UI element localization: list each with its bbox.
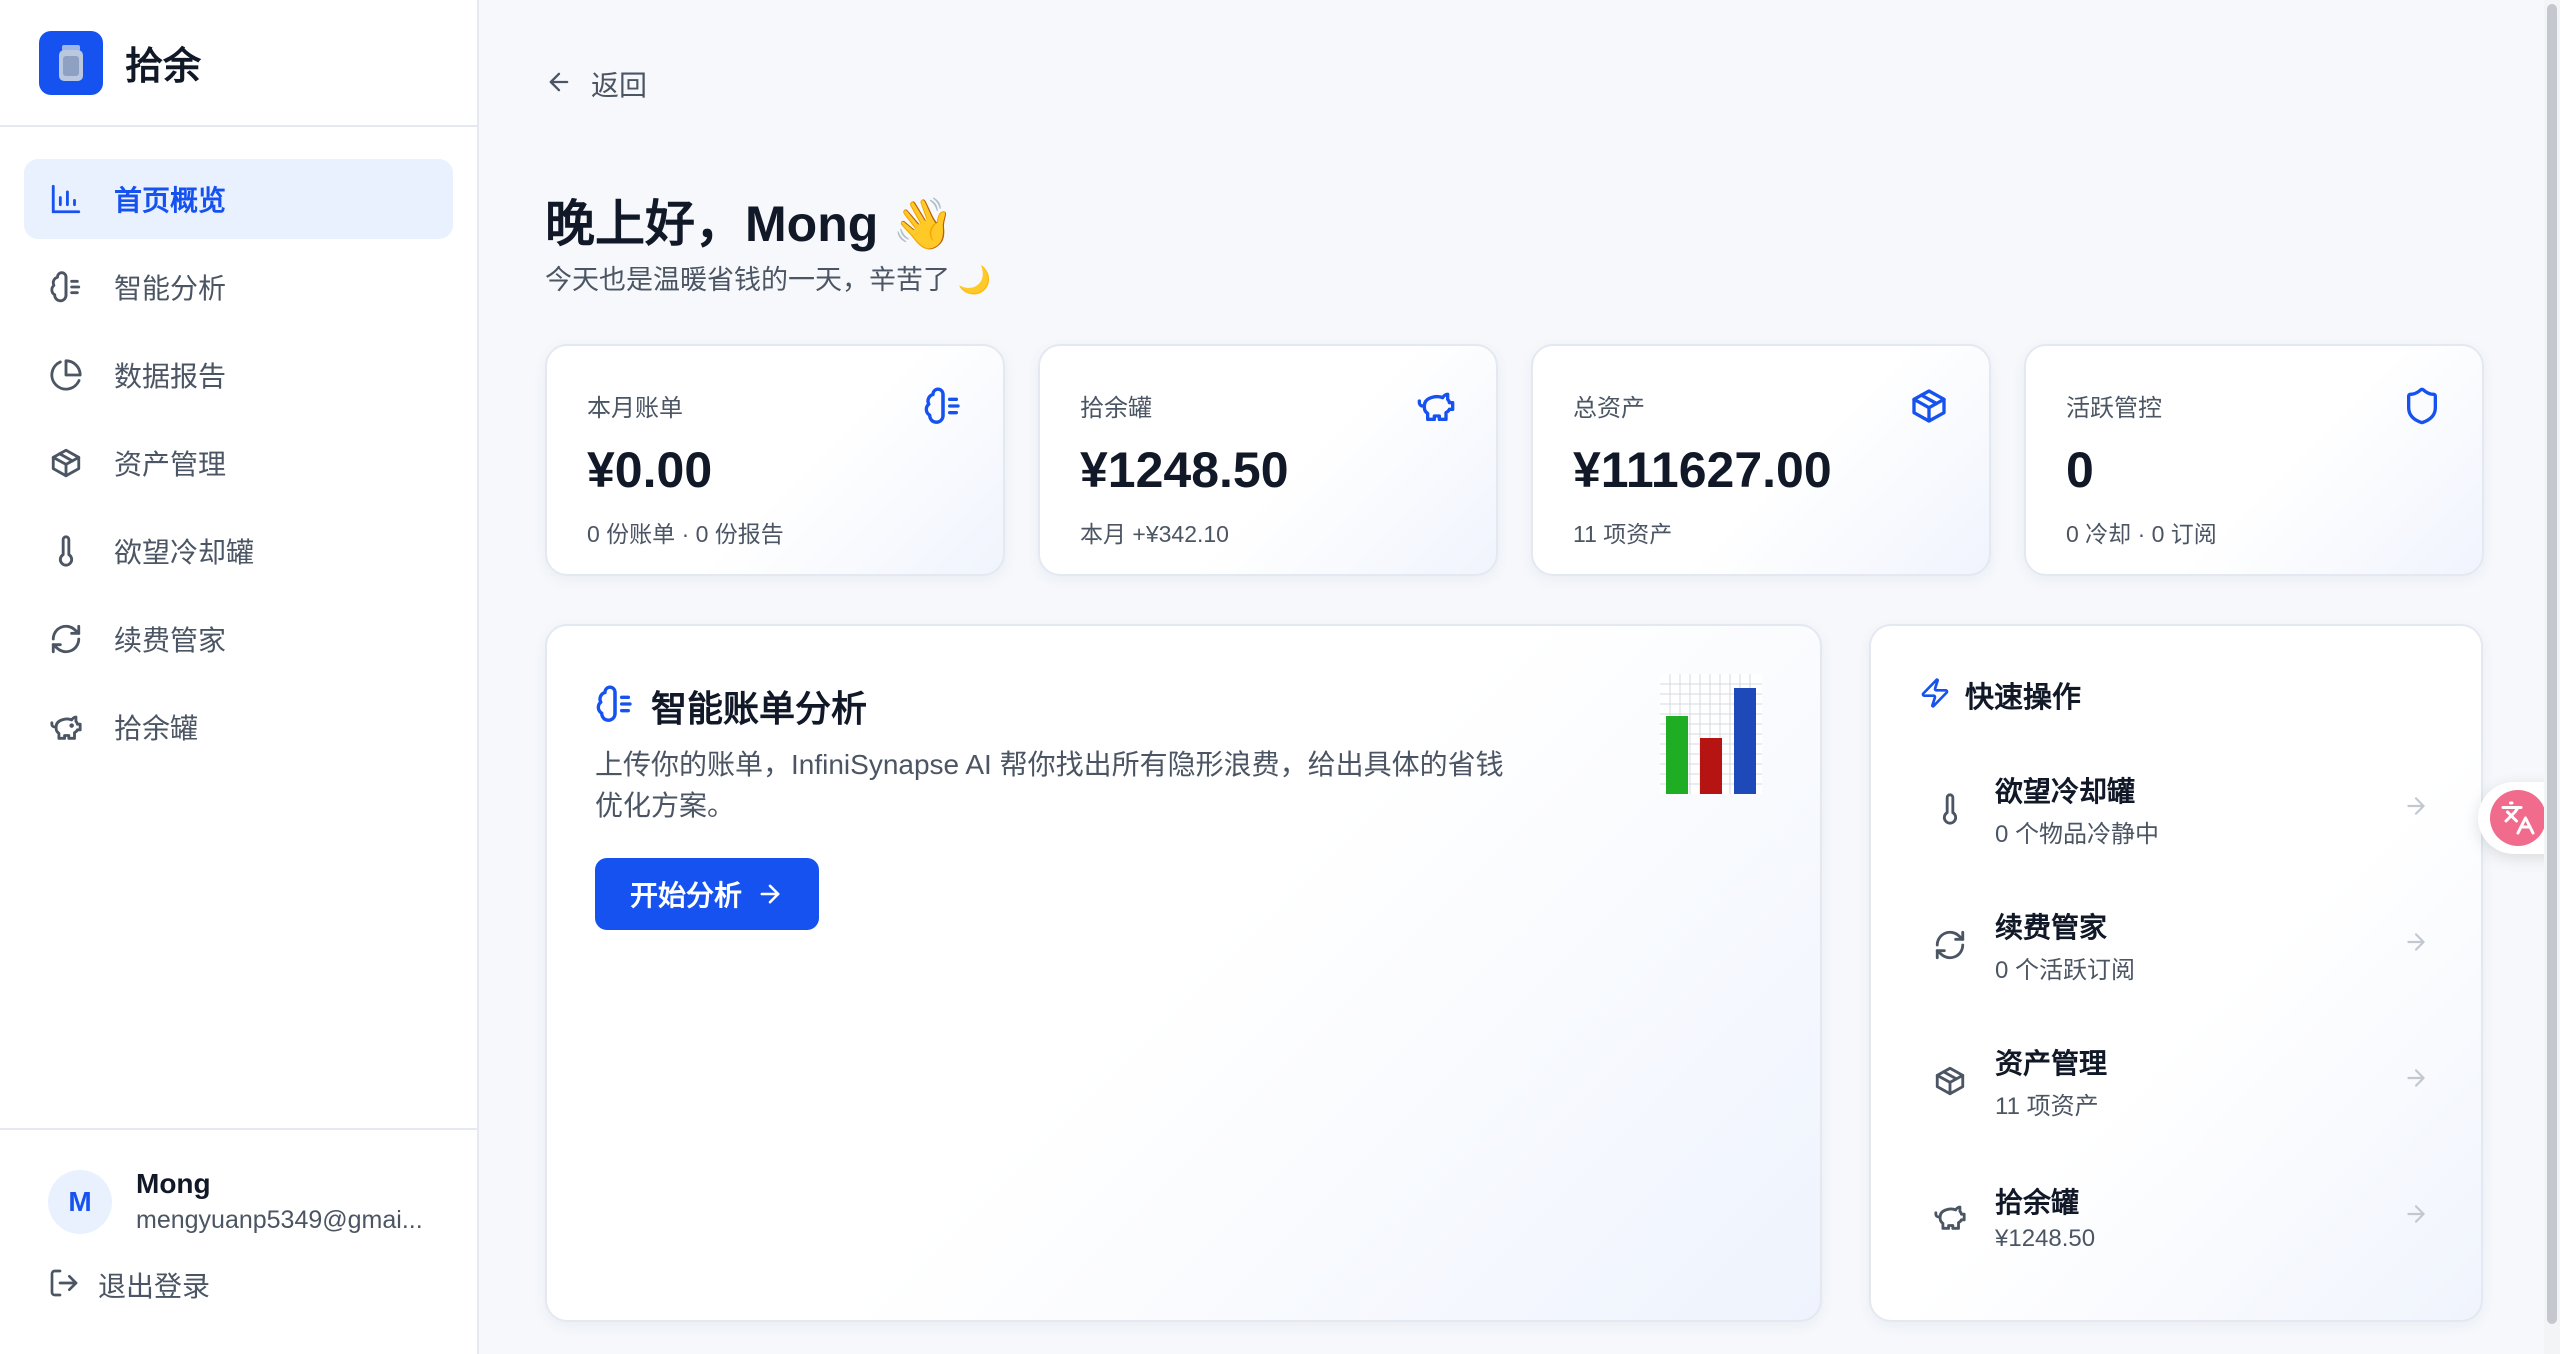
arrow-right-icon	[756, 880, 784, 908]
quick-item-title: 续费管家	[1995, 911, 2108, 943]
translate-icon	[2490, 790, 2546, 846]
stat-value: ¥1248.50	[1080, 442, 1289, 498]
stat-card-active-control[interactable]: 活跃管控 0 0 冷却 · 0 订阅	[2024, 344, 2484, 576]
sidebar-item-piggy[interactable]: 拾余罐	[24, 687, 453, 767]
stat-note: 本月 +¥342.10	[1080, 521, 1229, 547]
stat-note: 0 份账单 · 0 份报告	[587, 521, 784, 547]
sidebar-item-label: 首页概览	[114, 185, 227, 216]
stat-value: 0	[2066, 442, 2094, 498]
quick-item-desire-cooler[interactable]: 欲望冷却罐 0 个物品冷静中	[1919, 754, 2439, 864]
sidebar-item-renewal[interactable]: 续费管家	[24, 599, 453, 679]
quick-item-subtitle: 0 个物品冷静中	[1995, 820, 2160, 848]
back-label: 返回	[591, 70, 648, 101]
stat-card-monthly-bill[interactable]: 本月账单 ¥0.00 0 份账单 · 0 份报告	[545, 344, 1005, 576]
ai-card-description: 上传你的账单，InfiniSynapse AI 帮你找出所有隐形浪费，给出具体的…	[595, 749, 1504, 821]
scrollbar-thumb[interactable]	[2547, 4, 2557, 1324]
quick-item-renewal[interactable]: 续费管家 0 个活跃订阅	[1919, 890, 2439, 1000]
quick-item-subtitle: 11 项资产	[1995, 1092, 2099, 1120]
sidebar-item-label: 续费管家	[114, 625, 227, 656]
piggy-bank-icon	[46, 707, 86, 747]
arrow-right-icon	[2403, 793, 2429, 824]
jar-logo-icon	[39, 30, 103, 95]
stat-value: ¥0.00	[587, 442, 713, 498]
back-button[interactable]: 返回	[545, 64, 647, 104]
avatar: M	[48, 1169, 112, 1234]
arrow-right-icon	[2403, 929, 2429, 960]
stat-card-piggy[interactable]: 拾余罐 ¥1248.50 本月 +¥342.10	[1038, 344, 1498, 576]
ai-analysis-card: 智能账单分析 上传你的账单，InfiniSynapse AI 帮你找出所有隐形浪…	[545, 624, 1822, 1322]
arrow-left-icon	[545, 68, 573, 101]
quick-item-title: 资产管理	[1995, 1047, 2108, 1079]
brain-icon	[46, 267, 86, 307]
quick-item-subtitle: ¥1248.50	[1995, 1225, 2096, 1252]
sidebar-item-reports[interactable]: 数据报告	[24, 335, 453, 415]
box-icon	[46, 443, 86, 483]
brand[interactable]: 拾余	[0, 0, 477, 127]
quick-item-assets[interactable]: 资产管理 11 项资产	[1919, 1026, 2439, 1136]
quick-item-title: 拾余罐	[1995, 1187, 2080, 1218]
page-scrollbar[interactable]	[2544, 0, 2560, 1354]
logout-label: 退出登录	[98, 1271, 211, 1302]
thermometer-icon	[1929, 788, 1971, 830]
logout-button[interactable]: 退出登录	[48, 1265, 477, 1305]
bar-chart-emoji-icon	[1660, 674, 1762, 794]
refresh-icon	[1929, 924, 1971, 966]
refresh-icon	[46, 619, 86, 659]
app-root: 拾余 首页概览 智能分析 数据报告 资产管理 欲望冷却罐 续费管家 拾余罐 M …	[0, 0, 2560, 1354]
brain-icon	[923, 386, 963, 426]
quick-item-subtitle: 0 个活跃订阅	[1995, 956, 2136, 984]
user-email: mengyuanp5349@gmai...	[136, 1206, 423, 1234]
bar-chart-icon	[46, 179, 86, 219]
page-subtitle: 今天也是温暖省钱的一天，辛苦了 🌙	[545, 265, 992, 295]
piggy-bank-icon	[1929, 1196, 1971, 1238]
brain-icon	[595, 684, 635, 729]
stat-card-total-assets[interactable]: 总资产 ¥111627.00 11 项资产	[1531, 344, 1991, 576]
sidebar-nav: 首页概览 智能分析 数据报告 资产管理 欲望冷却罐 续费管家 拾余罐	[0, 127, 477, 767]
stat-note: 11 项资产	[1573, 521, 1673, 547]
sidebar-footer: M Mong mengyuanp5349@gmai... 退出登录	[0, 1128, 477, 1354]
logout-icon	[48, 1267, 80, 1304]
user-profile[interactable]: M Mong mengyuanp5349@gmai...	[48, 1168, 477, 1235]
quick-actions-card: 快速操作 欲望冷却罐 0 个物品冷静中 续费管家 0 个活跃订阅 资产管理 11…	[1869, 624, 2483, 1322]
user-name: Mong	[136, 1168, 211, 1199]
start-analysis-button[interactable]: 开始分析	[595, 858, 819, 930]
lightning-icon	[1919, 677, 1951, 714]
piggy-bank-icon	[1416, 386, 1456, 426]
pie-chart-icon	[46, 355, 86, 395]
sidebar-item-assets[interactable]: 资产管理	[24, 423, 453, 503]
sidebar-item-label: 智能分析	[114, 273, 227, 304]
brand-name: 拾余	[125, 46, 202, 88]
box-icon	[1909, 386, 1949, 426]
quick-actions-title: 快速操作	[1919, 674, 2081, 716]
sidebar-item-label: 欲望冷却罐	[114, 537, 255, 568]
sidebar: 拾余 首页概览 智能分析 数据报告 资产管理 欲望冷却罐 续费管家 拾余罐 M …	[0, 0, 479, 1354]
sidebar-item-smart-analysis[interactable]: 智能分析	[24, 247, 453, 327]
arrow-right-icon	[2403, 1201, 2429, 1232]
box-icon	[1929, 1060, 1971, 1102]
sidebar-item-label: 数据报告	[114, 361, 227, 392]
quick-item-title: 欲望冷却罐	[1995, 775, 2136, 807]
ai-card-title-text: 智能账单分析	[651, 688, 868, 729]
quick-actions-title-text: 快速操作	[1965, 682, 2082, 714]
stat-value: ¥111627.00	[1573, 442, 1832, 498]
sidebar-item-label: 拾余罐	[114, 713, 199, 744]
arrow-right-icon	[2403, 1065, 2429, 1096]
start-analysis-label: 开始分析	[629, 880, 742, 911]
stat-note: 0 冷却 · 0 订阅	[2066, 521, 2217, 547]
thermometer-icon	[46, 531, 86, 571]
ai-card-title: 智能账单分析	[595, 680, 867, 732]
sidebar-item-label: 资产管理	[114, 449, 227, 480]
page-title: 晚上好，Mong 👋	[545, 196, 955, 252]
sidebar-item-desire-cooler[interactable]: 欲望冷却罐	[24, 511, 453, 591]
quick-item-piggy[interactable]: 拾余罐 ¥1248.50	[1919, 1162, 2439, 1272]
main-content: 返回 晚上好，Mong 👋 今天也是温暖省钱的一天，辛苦了 🌙 本月账单 ¥0.…	[479, 0, 2560, 1354]
shield-icon	[2402, 386, 2442, 426]
sidebar-item-overview[interactable]: 首页概览	[24, 159, 453, 239]
